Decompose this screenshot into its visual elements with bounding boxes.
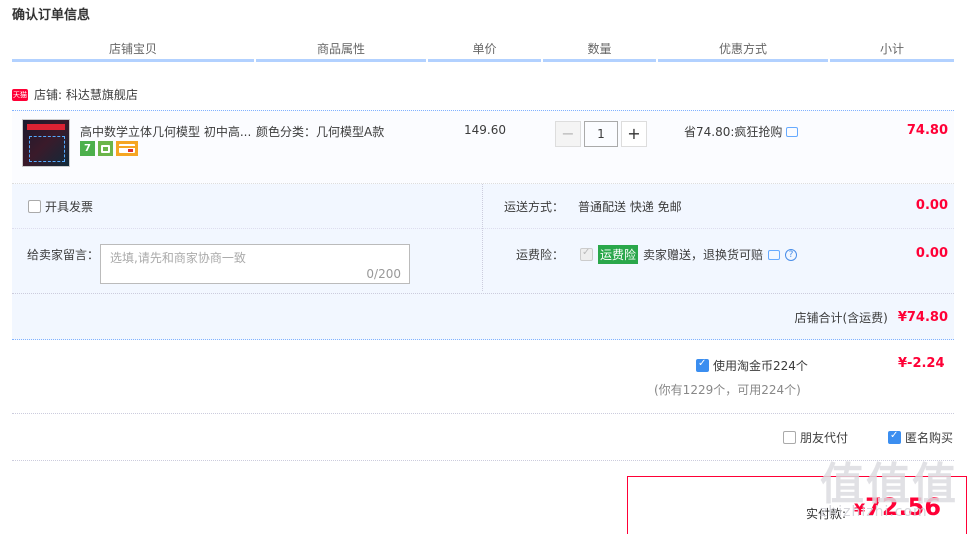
anonymous-label: 匿名购买 [905,431,954,445]
qty-decrease-button[interactable]: − [555,121,581,147]
taojinbi-note: (你有1229个，可用224个) [654,383,801,397]
currency-symbol: ¥ [854,500,866,519]
item-title[interactable]: 高中数学立体几何模型 初中高... [80,123,255,140]
item-row: 高中数学立体几何模型 初中高... 颜色分类：几何模型A款 7 149.60 −… [12,110,954,184]
insurance-tag: 运费险 [598,245,639,264]
col-header-qty: 数量 [543,40,656,62]
shipping-label: 运送方式： [504,200,565,214]
order-options-panel: 开具发票 运送方式： 普通配送 快递 免邮 0.00 给卖家留言： 选填,请先和… [12,184,954,340]
order-table-header: 店铺宝贝 商品属性 单价 数量 优惠方式 小计 [12,40,954,62]
quantity-stepper: − 1 + [555,121,647,147]
insurance-text: 卖家赠送，退换货可赔 [643,248,764,262]
promo-comment-icon[interactable] [786,126,799,137]
payment-summary: 实付款: ¥72.56 [627,476,967,534]
col-header-attr: 商品属性 [256,40,426,62]
service-badges: 7 [80,141,138,156]
qty-input[interactable]: 1 [584,121,618,147]
page-title: 确认订单信息 [12,8,91,23]
payment-amount: ¥72.56 [854,493,941,521]
item-subtotal: 74.80 [906,123,948,138]
credit-card-icon [116,141,138,156]
friend-pay-option[interactable]: 朋友代付 [783,429,848,446]
insurance-checkbox [580,247,593,261]
divider [482,184,483,291]
friend-pay-label: 朋友代付 [800,431,849,445]
shop-row: 天猫 店铺: 科达慧旗舰店 [12,86,138,103]
product-thumbnail[interactable] [22,119,70,167]
col-header-item: 店铺宝贝 [12,40,254,62]
invoice-checkbox[interactable] [28,200,41,213]
promo-info: 省74.80:疯狂抢购 [684,123,799,140]
divider [12,228,954,229]
col-header-price: 单价 [428,40,541,62]
shop-total-label: 店铺合计(含运费) [794,311,888,325]
anonymous-option[interactable]: 匿名购买 [888,429,953,446]
help-icon[interactable]: ? [785,248,798,261]
divider [12,413,954,414]
shop-name[interactable]: 店铺: 科达慧旗舰店 [34,86,138,103]
shipping-method: 普通配送 快递 免邮 [578,200,682,214]
insurance-label: 运费险： [516,248,565,262]
col-header-promo: 优惠方式 [658,40,828,62]
guarantee-icon [98,141,113,156]
invoice-option[interactable]: 开具发票 [28,198,93,215]
shipping-fee: 0.00 [915,198,948,213]
anonymous-checkbox[interactable] [888,430,901,444]
memo-placeholder: 选填,请先和商家协商一致 [110,251,246,265]
taojinbi-label: 使用淘金币224个 [713,359,808,373]
unit-price: 149.60 [464,123,506,137]
divider [12,293,954,294]
taojinbi-checkbox[interactable] [696,358,709,372]
shop-total-amount: ¥74.80 [897,310,948,325]
promo-text: 省74.80:疯狂抢购 [684,125,783,139]
memo-label: 给卖家留言： [27,248,100,262]
memo-char-count: 0/200 [366,267,401,281]
friend-pay-checkbox[interactable] [783,431,796,444]
seller-memo-input[interactable]: 选填,请先和商家协商一致 0/200 [100,244,410,284]
divider [12,460,954,461]
payment-amount-value: 72.56 [865,493,942,521]
col-header-subtotal: 小计 [830,40,954,62]
taojinbi-option[interactable]: 使用淘金币224个 [696,357,808,374]
item-attributes: 颜色分类：几何模型A款 [256,125,385,139]
insurance-comment-icon[interactable] [768,249,781,260]
seven-day-return-icon: 7 [80,141,95,156]
qty-increase-button[interactable]: + [621,121,647,147]
tmall-icon: 天猫 [12,88,28,101]
payment-label: 实付款: [806,507,847,521]
shop-total: 店铺合计(含运费) ¥74.80 [794,309,948,326]
insurance-fee: 0.00 [915,246,948,261]
taojinbi-discount: ¥-2.24 [898,356,945,371]
invoice-label: 开具发票 [45,200,94,214]
insurance-option: 运费险 卖家赠送，退换货可赔 ? [580,245,798,264]
